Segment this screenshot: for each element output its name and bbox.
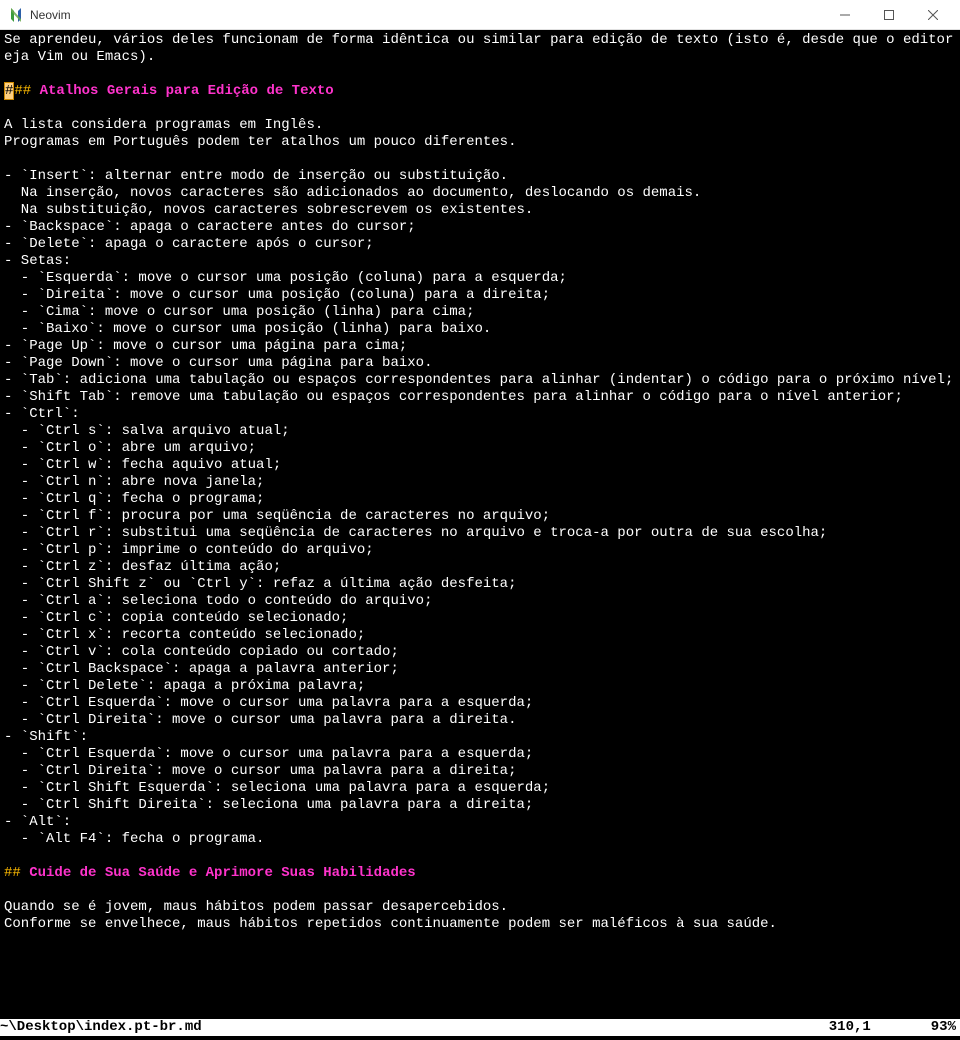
- editor-line: - `Tab`: adiciona uma tabulação ou espaç…: [4, 372, 956, 389]
- editor-line: - `Direita`: move o cursor uma posição (…: [4, 287, 956, 304]
- bottom-pad: [0, 1036, 960, 1040]
- editor-line: - `Ctrl Delete`: apaga a próxima palavra…: [4, 678, 956, 695]
- editor-line: Programas em Português podem ter atalhos…: [4, 134, 956, 151]
- editor-line: - `Ctrl Esquerda`: move o cursor uma pal…: [4, 695, 956, 712]
- editor-line: ## Cuide de Sua Saúde e Aprimore Suas Ha…: [4, 865, 956, 882]
- editor-line: - `Alt F4`: fecha o programa.: [4, 831, 956, 848]
- editor-line: - `Ctrl p`: imprime o conteúdo do arquiv…: [4, 542, 956, 559]
- editor-line: - `Ctrl Shift z` ou `Ctrl y`: refaz a úl…: [4, 576, 956, 593]
- neovim-icon: [8, 7, 24, 23]
- status-line: ~\Desktop\index.pt-br.md 310,1 93%: [0, 1019, 960, 1036]
- editor-line: - `Ctrl v`: cola conteúdo copiado ou cor…: [4, 644, 956, 661]
- editor-line: - `Ctrl`:: [4, 406, 956, 423]
- editor-line: - `Ctrl f`: procura por uma seqüência de…: [4, 508, 956, 525]
- editor-line: - `Insert`: alternar entre modo de inser…: [4, 168, 956, 185]
- editor-line: - `Ctrl Shift Direita`: seleciona uma pa…: [4, 797, 956, 814]
- editor-line: - `Baixo`: move o cursor uma posição (li…: [4, 321, 956, 338]
- editor-line: - `Page Up`: move o cursor uma página pa…: [4, 338, 956, 355]
- editor-line: Na substituição, novos caracteres sobres…: [4, 202, 956, 219]
- editor-line: [4, 100, 956, 117]
- editor-line: - `Alt`:: [4, 814, 956, 831]
- editor-line: - `Ctrl Backspace`: apaga a palavra ante…: [4, 661, 956, 678]
- editor-line: - Setas:: [4, 253, 956, 270]
- editor-line: - `Ctrl x`: recorta conteúdo selecionado…: [4, 627, 956, 644]
- editor-line: eja Vim ou Emacs).: [4, 49, 956, 66]
- window-controls: [832, 5, 952, 25]
- editor-line: Se aprendeu, vários deles funcionam de f…: [4, 32, 956, 49]
- status-spacer: [202, 1019, 829, 1036]
- editor-line: - `Shift`:: [4, 729, 956, 746]
- editor-line: - `Ctrl q`: fecha o programa;: [4, 491, 956, 508]
- status-position: 310,1: [829, 1019, 871, 1036]
- editor-line: Quando se é jovem, maus hábitos podem pa…: [4, 899, 956, 916]
- status-percent: 93%: [931, 1019, 956, 1036]
- editor-line: - `Ctrl Esquerda`: move o cursor uma pal…: [4, 746, 956, 763]
- editor-area[interactable]: Se aprendeu, vários deles funcionam de f…: [0, 30, 960, 1019]
- editor-line: - `Cima`: move o cursor uma posição (lin…: [4, 304, 956, 321]
- editor-line: ### Atalhos Gerais para Edição de Texto: [4, 83, 956, 100]
- editor-line: Conforme se envelhece, maus hábitos repe…: [4, 916, 956, 933]
- editor-line: - `Delete`: apaga o caractere após o cur…: [4, 236, 956, 253]
- editor-line: - `Esquerda`: move o cursor uma posição …: [4, 270, 956, 287]
- editor-line: - `Ctrl c`: copia conteúdo selecionado;: [4, 610, 956, 627]
- editor-line: - `Ctrl n`: abre nova janela;: [4, 474, 956, 491]
- editor-line: - `Ctrl w`: fecha aquivo atual;: [4, 457, 956, 474]
- window-titlebar: Neovim: [0, 0, 960, 30]
- editor-line: [4, 882, 956, 899]
- status-file: ~\Desktop\index.pt-br.md: [0, 1019, 202, 1036]
- editor-line: A lista considera programas em Inglês.: [4, 117, 956, 134]
- editor-line: - `Ctrl Direita`: move o cursor uma pala…: [4, 712, 956, 729]
- editor-line: - `Ctrl Shift Esquerda`: seleciona uma p…: [4, 780, 956, 797]
- editor-line: - `Backspace`: apaga o caractere antes d…: [4, 219, 956, 236]
- maximize-button[interactable]: [876, 5, 902, 25]
- editor-line: [4, 933, 956, 950]
- close-button[interactable]: [920, 5, 946, 25]
- editor-line: - `Shift Tab`: remove uma tabulação ou e…: [4, 389, 956, 406]
- window-title: Neovim: [30, 8, 71, 22]
- minimize-button[interactable]: [832, 5, 858, 25]
- editor-line: - `Ctrl o`: abre um arquivo;: [4, 440, 956, 457]
- editor-line: [4, 151, 956, 168]
- cursor: #: [4, 82, 14, 100]
- editor-line: - `Ctrl z`: desfaz última ação;: [4, 559, 956, 576]
- editor-line: [4, 66, 956, 83]
- editor-line: - `Ctrl s`: salva arquivo atual;: [4, 423, 956, 440]
- editor-line: [4, 848, 956, 865]
- editor-line: - `Ctrl Direita`: move o cursor uma pala…: [4, 763, 956, 780]
- editor-line: - `Ctrl a`: seleciona todo o conteúdo do…: [4, 593, 956, 610]
- editor-line: Na inserção, novos caracteres são adicio…: [4, 185, 956, 202]
- editor-line: - `Ctrl r`: substitui uma seqüência de c…: [4, 525, 956, 542]
- editor-line: - `Page Down`: move o cursor uma página …: [4, 355, 956, 372]
